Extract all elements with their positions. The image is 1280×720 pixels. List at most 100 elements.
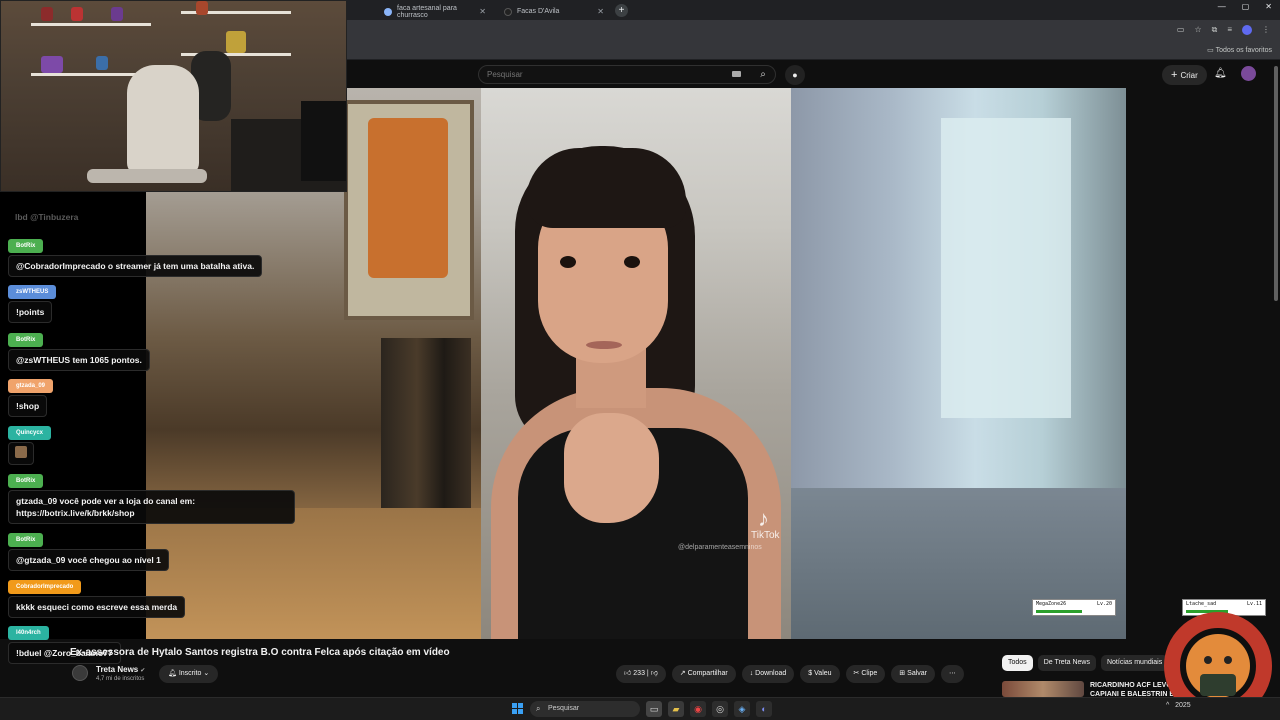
- like-count: 233: [633, 670, 645, 677]
- subscribed-button[interactable]: 🔔︎ Inscrito ⌄: [159, 665, 219, 683]
- logo-mascot-eye: [1224, 656, 1232, 664]
- hud-player-name: Ltache_sad: [1186, 601, 1217, 607]
- recommended-video-thumbnail[interactable]: [1002, 681, 1084, 697]
- window-controls: — ▢ ✕: [1218, 2, 1272, 11]
- star-icon[interactable]: ☆: [1194, 25, 1201, 35]
- obs-icon[interactable]: ◎: [712, 701, 728, 717]
- tiktok-handle: @delparamenteasemninos: [678, 544, 762, 551]
- taskbar-search[interactable]: ⌕ Pesquisar: [530, 701, 640, 717]
- profile-icon[interactable]: [1242, 25, 1252, 35]
- thumbs-up-icon: 👍︎: [624, 670, 632, 677]
- all-bookmarks-folder[interactable]: ▭ Todos os favoritos: [1207, 46, 1272, 54]
- windows-start-button[interactable]: [512, 703, 524, 715]
- chat-message-text: @CobradorImprecado o streamer já tem uma…: [8, 255, 263, 277]
- chat-username-badge[interactable]: CobradorImprecado: [8, 580, 82, 594]
- taskbar-search-label: Pesquisar: [548, 705, 580, 712]
- chat-line: gtzada_09 você pode ver a loja do canal …: [16, 496, 196, 506]
- account-avatar[interactable]: [1241, 66, 1256, 81]
- chat-message-text: !shop: [8, 395, 48, 417]
- cast-icon[interactable]: ▭: [1177, 25, 1185, 35]
- close-tab-icon[interactable]: ✕: [479, 7, 486, 16]
- file-explorer-icon[interactable]: ▰: [668, 701, 684, 717]
- chrome-icon[interactable]: ◉: [690, 701, 706, 717]
- system-tray-clock[interactable]: ^ 2025: [1166, 702, 1191, 709]
- taskbar-apps: ▭ ▰ ◉ ◎ ◈ ◐: [646, 701, 772, 717]
- site-icon: [504, 7, 512, 16]
- search-button[interactable]: ⌕: [752, 65, 774, 84]
- plus-icon: +: [1171, 69, 1178, 81]
- bookmark-icon: ⊞: [899, 670, 906, 677]
- page-scrollbar-thumb[interactable]: [1274, 66, 1278, 301]
- start-tile: [512, 703, 517, 708]
- minimize-button[interactable]: —: [1218, 2, 1226, 11]
- keyboard-icon[interactable]: [732, 71, 741, 77]
- windows-taskbar: ⌕ Pesquisar ▭ ▰ ◉ ◎ ◈ ◐ ^ 2025: [0, 697, 1280, 720]
- hud-player-name: MegaZone26: [1036, 601, 1067, 607]
- steam-icon[interactable]: ◈: [734, 701, 750, 717]
- tiktok-logo-icon: ♪: [758, 506, 769, 531]
- chat-username-badge[interactable]: BotRix: [8, 239, 44, 253]
- maximize-button[interactable]: ▢: [1242, 2, 1250, 11]
- tiktok-watermark: TikTok: [751, 530, 780, 541]
- chat-link[interactable]: https://botrix.live/k/brkk/shop: [16, 507, 287, 519]
- person-bangs: [526, 148, 686, 228]
- start-tile: [512, 709, 517, 714]
- thanks-button[interactable]: $ Valeu: [800, 665, 840, 683]
- save-button[interactable]: ⊞ Salvar: [891, 665, 935, 683]
- channel-avatar[interactable]: [72, 665, 88, 681]
- chat-message-text: @zsWTHEUS tem 1065 pontos.: [8, 349, 150, 371]
- extensions-icon[interactable]: ⧉: [1212, 25, 1218, 35]
- chat-username-badge[interactable]: l40n4rch: [8, 626, 49, 640]
- share-button[interactable]: ↗ Compartilhar: [671, 665, 736, 683]
- media-icon[interactable]: ≡: [1227, 25, 1232, 35]
- notifications-bell-icon[interactable]: 🔔︎: [1214, 68, 1227, 79]
- chat-username-badge[interactable]: gtzada_09: [8, 379, 54, 393]
- chat-username-badge[interactable]: BotRix: [8, 533, 44, 547]
- share-label: Compartilhar: [687, 670, 728, 677]
- share-icon: ↗: [679, 670, 686, 677]
- emote-icon: [15, 446, 27, 458]
- start-tile: [518, 709, 523, 714]
- chat-message: BotRix @gtzada_09 você chegou ao nível 1: [8, 528, 169, 571]
- chat-message-text: !points: [8, 301, 53, 323]
- person-mouth: [586, 341, 622, 349]
- video-bg-counter: [146, 508, 481, 639]
- thanks-label: Valeu: [814, 670, 832, 677]
- chat-username-badge[interactable]: zsWTHEUS: [8, 285, 57, 299]
- more-actions-button[interactable]: ⋯: [941, 665, 964, 683]
- tray-year: 2025: [1175, 702, 1191, 709]
- download-button[interactable]: ↓ Download: [741, 665, 795, 683]
- streamer-webcam: [0, 0, 347, 192]
- channel-name[interactable]: Treta News ✔: [96, 665, 145, 674]
- chip-all[interactable]: Todos: [1002, 655, 1033, 671]
- task-view-icon[interactable]: ▭: [646, 701, 662, 717]
- chat-username-badge[interactable]: BotRix: [8, 333, 44, 347]
- logo-mascot-eye: [1204, 656, 1212, 664]
- discord-icon[interactable]: ◐: [756, 701, 772, 717]
- clip-button[interactable]: ✂ Clipe: [845, 665, 886, 683]
- close-tab-icon[interactable]: ✕: [597, 7, 604, 16]
- tab-facas-davila[interactable]: Facas D'Avila ✕: [496, 3, 612, 20]
- new-tab-button[interactable]: +: [615, 4, 628, 17]
- chat-message: CobradorImprecado kkkk esqueci como escr…: [8, 575, 186, 618]
- tab-faca-artesanal[interactable]: faca artesanal para churrasco ✕: [376, 3, 494, 20]
- close-window-button[interactable]: ✕: [1265, 2, 1272, 11]
- gaming-chair: [127, 65, 199, 175]
- thumbs-down-icon[interactable]: 👎︎: [651, 670, 658, 677]
- menu-icon[interactable]: ⋮: [1262, 25, 1270, 35]
- chat-username-badge[interactable]: Quincycx: [8, 426, 52, 440]
- subscribed-label: Inscrito: [178, 670, 202, 677]
- chip-from-channel[interactable]: De Treta News: [1037, 655, 1096, 671]
- like-button[interactable]: 👍︎ 233 | 👎︎: [616, 665, 666, 683]
- person-eye-left: [560, 256, 576, 268]
- chat-username-badge[interactable]: BotRix: [8, 474, 44, 488]
- create-button[interactable]: + Criar: [1162, 65, 1207, 85]
- scissors-icon: ✂: [853, 670, 860, 677]
- chat-message-text: gtzada_09 você pode ver a loja do canal …: [8, 490, 295, 524]
- clip-label: Clipe: [861, 670, 878, 677]
- webcam-shelf: [31, 23, 151, 26]
- download-label: Download: [755, 670, 787, 677]
- hud-health-bar: [1036, 610, 1082, 613]
- thanks-icon: $: [808, 670, 813, 677]
- microphone-icon[interactable]: ●: [785, 65, 805, 85]
